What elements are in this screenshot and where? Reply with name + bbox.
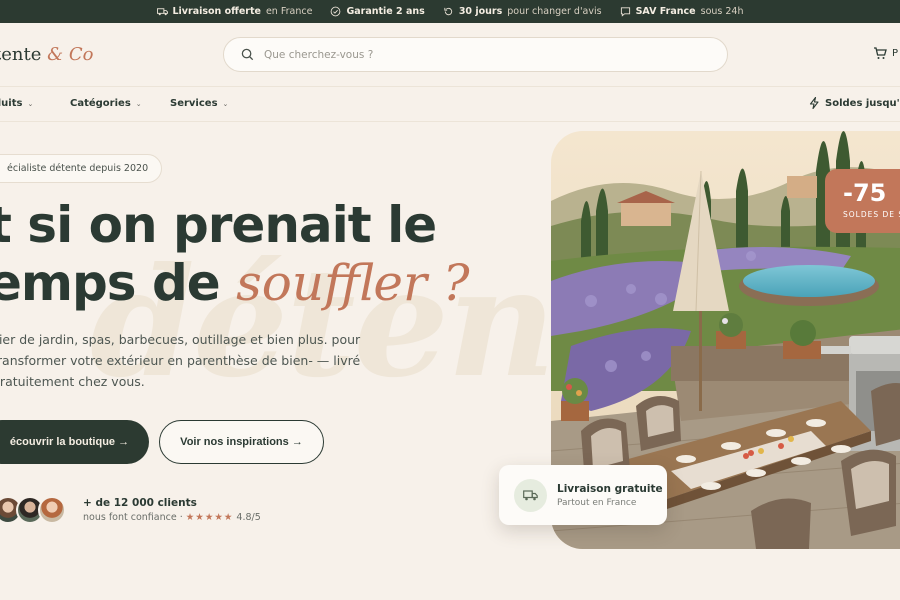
nav-item-produits[interactable]: duits⌄ <box>0 98 33 109</box>
announcement-delivery: Livraison offerte en France <box>156 6 312 17</box>
truck-icon <box>156 8 168 16</box>
inspirations-button[interactable]: Voir nos inspirations → <box>159 420 324 464</box>
announcement-bar: Livraison offerte en France Garantie 2 a… <box>0 0 900 23</box>
announcement-support: SAV France sous 24h <box>620 6 744 17</box>
rating-stars: ★★★★★ <box>185 512 234 523</box>
chat-icon <box>620 7 630 17</box>
cart-button[interactable]: P <box>873 46 898 60</box>
truck-icon <box>523 489 538 500</box>
social-proof: + de 12 000 clients nous font confiance … <box>83 497 261 523</box>
discover-shop-button[interactable]: écouvrir la boutique → <box>0 420 149 464</box>
site-header: tente & Co P <box>0 23 900 87</box>
chevron-down-icon: ⌄ <box>135 99 142 108</box>
lightning-icon <box>809 97 819 109</box>
hero-description: ilier de jardin, spas, barbecues, outill… <box>0 332 361 389</box>
search-input[interactable] <box>264 48 684 61</box>
chevron-down-icon: ⌄ <box>27 99 34 108</box>
hero-title: t si on prenait le emps de souffler ? <box>0 196 470 312</box>
logo[interactable]: tente & Co <box>0 44 93 65</box>
nav-promo-link[interactable]: Soldes jusqu'à - <box>809 97 900 109</box>
nav-item-categories[interactable]: Catégories ⌄ <box>70 98 142 109</box>
customer-avatars <box>0 496 66 524</box>
search-bar[interactable] <box>223 37 728 72</box>
delivery-info-card: Livraison gratuite Partout en France <box>499 465 667 525</box>
chevron-down-icon: ⌄ <box>222 99 229 108</box>
avatar <box>38 496 66 524</box>
announcement-returns: 30 jours pour changer d'avis <box>443 6 602 17</box>
hero-badge: écialiste détente depuis 2020 <box>0 154 163 183</box>
check-circle-icon <box>331 6 341 17</box>
discount-badge: -75 SOLDES DE S <box>825 169 900 233</box>
nav-item-services[interactable]: Services ⌄ <box>170 98 228 109</box>
cart-icon <box>874 47 887 59</box>
announcement-warranty: Garantie 2 ans <box>330 6 425 17</box>
main-nav: duits⌄ Catégories⌄ Services⌄ Soldes jusq… <box>0 88 900 122</box>
return-icon <box>444 7 452 16</box>
search-icon <box>241 48 254 61</box>
